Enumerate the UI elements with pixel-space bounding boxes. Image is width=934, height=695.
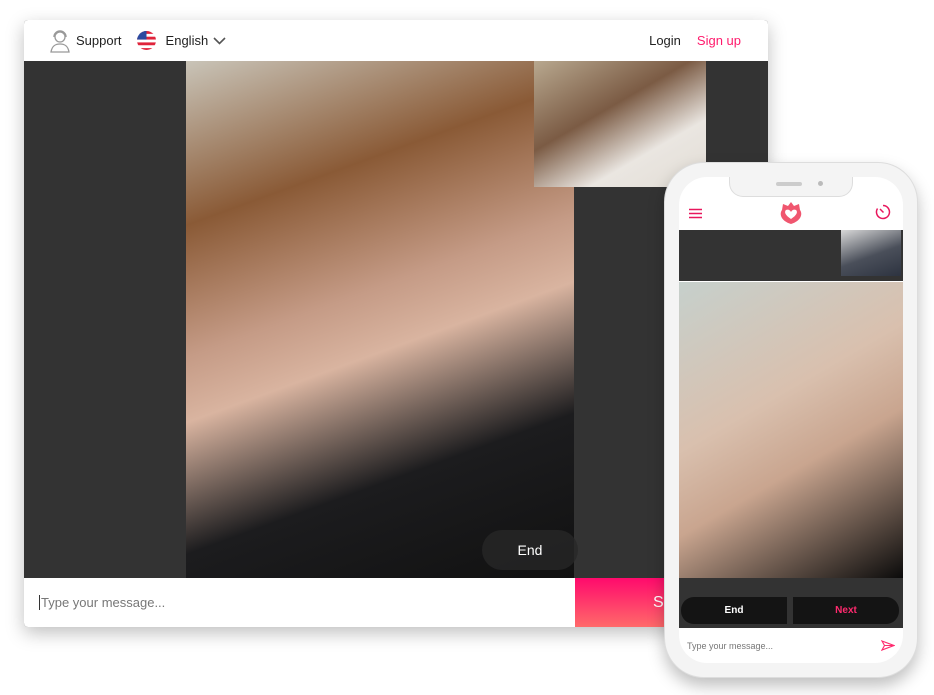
message-input[interactable]: Type your message... <box>24 578 575 627</box>
phone-message-placeholder: Type your message... <box>687 640 774 651</box>
self-video <box>534 61 706 187</box>
us-flag-icon <box>136 31 156 50</box>
phone-end-button[interactable]: End <box>681 597 787 624</box>
phone-self-video <box>841 230 901 276</box>
phone-notch <box>729 177 853 197</box>
signup-link[interactable]: Sign up <box>697 33 741 48</box>
hamburger-icon[interactable] <box>689 208 702 219</box>
phone-mockup: End Next Type your message... <box>664 162 918 678</box>
phone-partner-video <box>679 282 903 578</box>
end-button[interactable]: End <box>482 530 578 570</box>
desktop-window: Support English Login Sign up End Type y… <box>24 20 768 627</box>
send-icon[interactable] <box>881 640 895 651</box>
language-selector[interactable]: English <box>166 33 209 48</box>
partner-video <box>186 61 574 578</box>
message-placeholder: Type your message... <box>41 595 166 610</box>
support-icon[interactable] <box>49 29 71 53</box>
heart-flame-logo <box>780 202 802 224</box>
phone-next-button[interactable]: Next <box>793 597 899 624</box>
phone-message-input[interactable]: Type your message... <box>679 628 903 663</box>
support-link[interactable]: Support <box>76 33 122 48</box>
login-link[interactable]: Login <box>649 33 681 48</box>
chevron-down-icon[interactable] <box>213 36 226 45</box>
top-bar: Support English Login Sign up <box>24 20 768 61</box>
timer-icon[interactable] <box>875 204 891 220</box>
phone-screen: End Next Type your message... <box>679 177 903 663</box>
